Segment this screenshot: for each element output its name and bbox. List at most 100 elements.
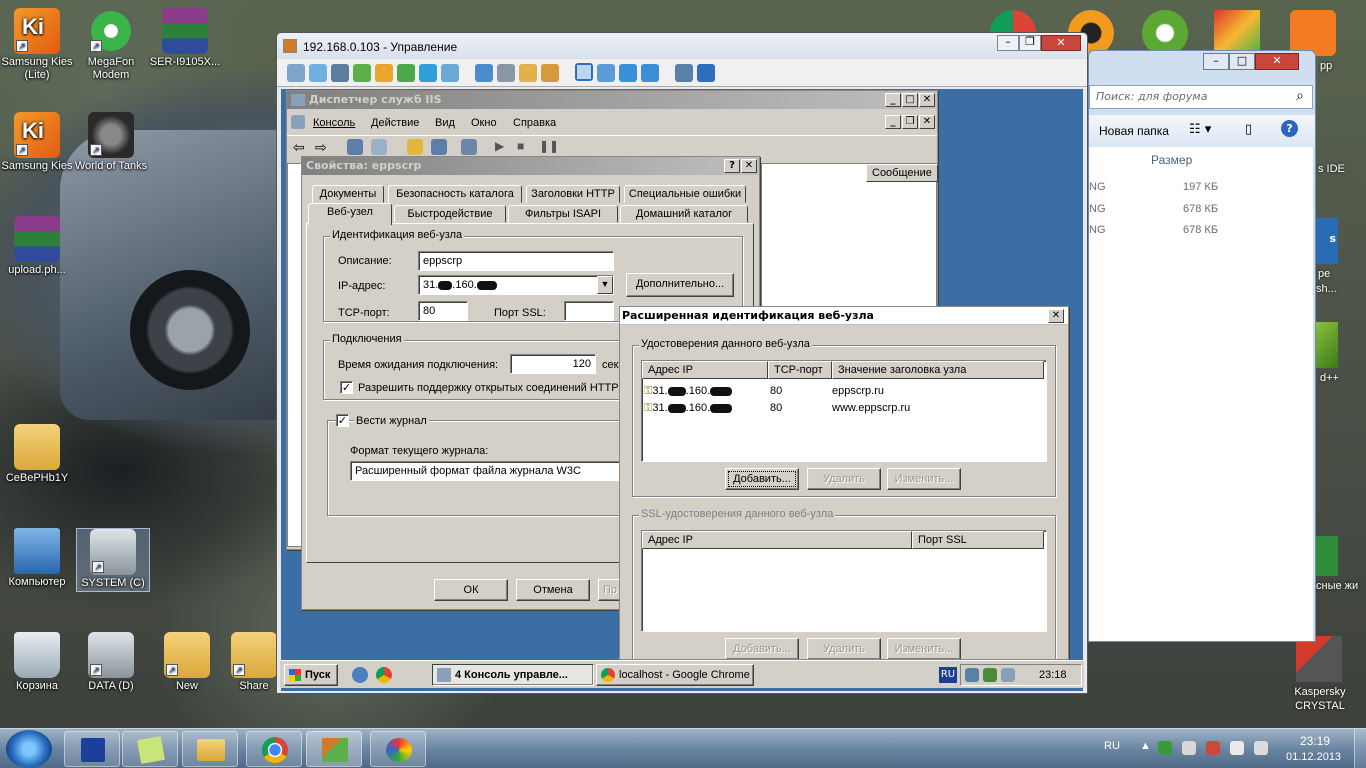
tab-documents[interactable]: Документы (312, 185, 384, 203)
close-icon[interactable]: ✕ (919, 93, 935, 107)
desktop-icon-archive[interactable]: SER-I9105X... (148, 8, 222, 69)
menu-help[interactable]: Справка (513, 117, 556, 129)
menu-window[interactable]: Окно (471, 117, 497, 129)
toolbar-icon[interactable] (431, 139, 447, 155)
forward-icon[interactable]: ⇨ (315, 139, 327, 156)
tab-directory-security[interactable]: Безопасность каталога (388, 185, 522, 203)
toolbar-icon[interactable] (287, 64, 305, 82)
minimize-button[interactable]: _ (885, 115, 901, 129)
toolbar-icon[interactable] (675, 64, 693, 82)
preview-pane-icon[interactable]: ▯ (1245, 122, 1252, 137)
toolbar-icon[interactable] (497, 64, 515, 82)
tcp-port-input[interactable]: 80 (418, 301, 468, 321)
keepalive-checkbox[interactable]: ✓ (340, 381, 353, 394)
ip-address-select[interactable]: 31. .160. ▼ (418, 275, 614, 295)
tab-isapi-filters[interactable]: Фильтры ISAPI (508, 205, 618, 223)
identity-row[interactable]: ⚿31. .160. 80 www.eppscrp.ru (644, 402, 1044, 415)
taskbar-app-rdp[interactable] (306, 731, 362, 767)
column-size[interactable]: Размер (1151, 153, 1192, 167)
file-row[interactable]: NG 678 КБ (1089, 224, 1309, 236)
column-tcp-port[interactable]: TCP-порт (768, 361, 832, 379)
desktop-icon-computer[interactable]: Компьютер (0, 528, 74, 589)
tab-performance[interactable]: Быстродействие (394, 205, 506, 223)
ok-button[interactable]: ОК (434, 579, 508, 601)
taskbar-item-chrome[interactable]: localhost - Google Chrome (596, 664, 754, 686)
toolbar-icon[interactable] (461, 139, 477, 155)
taskbar-item-console[interactable]: 4 Консоль управле... (432, 664, 594, 686)
clock-date[interactable]: 01.12.2013 (1286, 751, 1341, 763)
tray-icon[interactable] (983, 668, 997, 682)
volume-icon[interactable] (1230, 741, 1244, 755)
toolbar-icon[interactable] (347, 139, 363, 155)
restore-button[interactable]: ❐ (1019, 35, 1041, 51)
toolbar-icon[interactable] (397, 64, 415, 82)
minimize-button[interactable]: _ (885, 93, 901, 107)
desktop-icon-data-d[interactable]: ↗ DATA (D) (74, 632, 148, 693)
column-host-header[interactable]: Значение заголовка узла (832, 361, 1044, 379)
chrome-icon[interactable] (376, 667, 392, 683)
file-row[interactable]: NG 678 КБ (1089, 203, 1309, 215)
help-button[interactable]: ? (724, 159, 740, 173)
file-row[interactable]: NG 197 КБ (1089, 181, 1309, 193)
language-indicator[interactable]: RU (1104, 740, 1120, 752)
toolbar-icon[interactable] (309, 64, 327, 82)
stop-icon[interactable]: ■ (517, 139, 524, 153)
tray-icon[interactable] (1182, 741, 1196, 755)
description-input[interactable]: eppscrp (418, 251, 614, 271)
clock-time[interactable]: 23:19 (1300, 734, 1330, 748)
toolbar-icon[interactable] (519, 64, 537, 82)
language-indicator[interactable]: RU (939, 667, 957, 683)
pause-icon[interactable]: ❚❚ (539, 139, 559, 153)
cancel-button[interactable]: Отмена (516, 579, 590, 601)
menu-console[interactable]: Консоль (313, 117, 355, 129)
desktop-icon-recycle-bin[interactable]: Корзина (0, 632, 74, 693)
desktop-icon-samsung-kies-lite[interactable]: Ki ↗ Samsung Kies (Lite) (0, 8, 74, 82)
tab-website[interactable]: Веб-узел (308, 203, 392, 225)
toolbar-icon[interactable] (641, 64, 659, 82)
network-icon[interactable] (1254, 741, 1268, 755)
settings-icon[interactable] (697, 64, 715, 82)
close-icon[interactable]: ✕ (741, 159, 757, 173)
toolbar-icon[interactable] (619, 64, 637, 82)
desktop-icon-samsung-kies[interactable]: Ki ↗ Samsung Kies (0, 112, 74, 173)
column-message[interactable]: Сообщение с (866, 164, 938, 182)
close-icon[interactable]: ✕ (1255, 53, 1299, 70)
maximize-button[interactable]: □ (1229, 53, 1255, 70)
phone-icon[interactable] (419, 64, 437, 82)
help-icon[interactable]: ? (1281, 120, 1298, 137)
column-ip-address[interactable]: Адрес IP (642, 361, 768, 379)
ssl-port-input[interactable] (564, 301, 614, 321)
chevron-down-icon[interactable]: ▼ (597, 276, 613, 294)
close-icon[interactable]: ✕ (1048, 309, 1064, 323)
enable-logging-checkbox[interactable]: ✓ (336, 414, 349, 427)
desktop-icon-share[interactable]: ↗ Share (226, 632, 282, 693)
log-format-select[interactable]: Расширенный формат файла журнала W3C (350, 461, 624, 481)
restore-button[interactable]: ❐ (902, 115, 918, 129)
timeout-input[interactable]: 120 (510, 354, 596, 374)
toolbar-icon[interactable] (353, 64, 371, 82)
play-icon[interactable]: ▶ (495, 139, 504, 153)
toolbar-icon[interactable] (475, 64, 493, 82)
remove-ssl-button[interactable]: Удалить (807, 638, 881, 659)
taskbar-app-explorer[interactable] (182, 731, 238, 767)
view-icon[interactable]: ☷ ▾ (1189, 122, 1211, 137)
taskbar-app-paint[interactable] (370, 731, 426, 767)
network-icon[interactable] (965, 668, 979, 682)
edit-ssl-button[interactable]: Изменить... (887, 638, 961, 659)
minimize-button[interactable]: – (997, 35, 1019, 51)
tab-home-directory[interactable]: Домашний каталог (620, 205, 748, 223)
remove-identity-button[interactable]: Удалить (807, 468, 881, 490)
new-folder-button[interactable]: Новая папка (1099, 124, 1169, 138)
start-button[interactable]: Пуск (284, 664, 338, 686)
quicklaunch-icon[interactable] (352, 667, 368, 683)
identities-list[interactable]: Адрес IP TCP-порт Значение заголовка узл… (641, 360, 1047, 462)
taskbar-app-save[interactable] (64, 731, 120, 767)
maximize-button[interactable]: □ (902, 93, 918, 107)
menu-action[interactable]: Действие (371, 117, 419, 129)
tab-http-headers[interactable]: Заголовки HTTP (526, 185, 620, 203)
lock-icon[interactable] (541, 64, 559, 82)
desktop-icon-system-c[interactable]: ↗ SYSTEM (C) (76, 528, 150, 592)
advanced-button[interactable]: Дополнительно... (626, 273, 734, 297)
edit-identity-button[interactable]: Изменить... (887, 468, 961, 490)
back-icon[interactable]: ⇦ (293, 139, 305, 156)
